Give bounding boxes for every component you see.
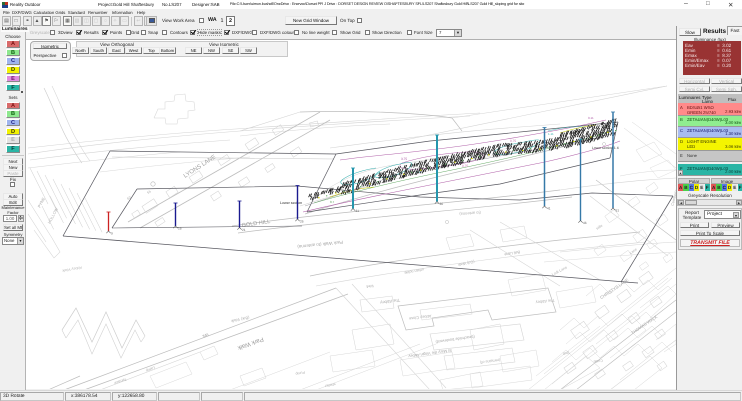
svg-text:The Abbey: The Abbey [535,298,555,305]
svg-text:Park Walk (to antenna): Park Walk (to antenna) [297,240,344,250]
svg-text:Park Walk: Park Walk [236,335,265,351]
svg-text:46: 46 [583,221,587,225]
svg-text:(to antenna): (to antenna) [459,210,482,217]
svg-text:Pump: Pump [295,370,305,376]
svg-text:St Mary the Virgin Abbey: St Mary the Virgin Abbey [408,348,452,359]
svg-text:3.75: 3.75 [401,157,407,161]
svg-text:51: 51 [616,209,620,213]
svg-text:26: 26 [300,220,304,224]
svg-text:55: 55 [146,189,151,195]
svg-text:HOLLOW: HOLLOW [46,207,59,225]
svg-text:0.75: 0.75 [510,139,516,143]
svg-text:Lodi Lane: Lodi Lane [551,265,568,276]
svg-text:Well: Well [366,284,374,289]
svg-text:0.75: 0.75 [462,164,468,168]
svg-text:(Brk) Walk: (Brk) Walk [231,315,250,324]
svg-text:Lamp: Lamp [145,365,155,372]
svg-text:The Abbey: The Abbey [379,298,400,306]
svg-text:(beachside boulevard): (beachside boulevard) [435,334,476,345]
svg-text:16: 16 [178,227,182,231]
svg-text:(remains of): (remains of) [479,358,500,365]
svg-text:Cattle: Cattle [593,358,603,363]
svg-text:Hille: Hille [595,224,603,231]
svg-text:31: 31 [356,209,360,213]
svg-text:Lower section 1 4: Lower section 1 4 [592,146,619,150]
svg-text:urban noble: urban noble [404,267,424,274]
svg-text:(Gd) Walk: (Gd) Walk [457,259,475,266]
svg-text:shelter: shelter [324,382,336,388]
svg-text:21: 21 [242,228,246,232]
svg-text:8.7: 8.7 [330,200,335,204]
svg-text:Lane: Lane [629,247,638,255]
svg-text:0.11: 0.11 [588,116,594,120]
svg-text:41: 41 [547,207,551,211]
svg-text:Bell Lane: Bell Lane [504,250,520,257]
svg-text:GOLD HILL: GOLD HILL [241,219,270,229]
svg-text:PYNE: PYNE [36,196,46,208]
svg-text:Drift: Drift [563,351,570,356]
svg-text:1.11: 1.11 [548,132,554,136]
svg-text:Abbey Close: Abbey Close [408,314,432,322]
svg-text:Lower section: Lower section [280,201,302,205]
svg-text:9: 9 [111,232,113,236]
svg-text:36: 36 [440,202,444,206]
svg-text:Abbey Walk: Abbey Walk [62,265,83,272]
svg-text:THOMAS WALK: THOMAS WALK [630,314,658,335]
